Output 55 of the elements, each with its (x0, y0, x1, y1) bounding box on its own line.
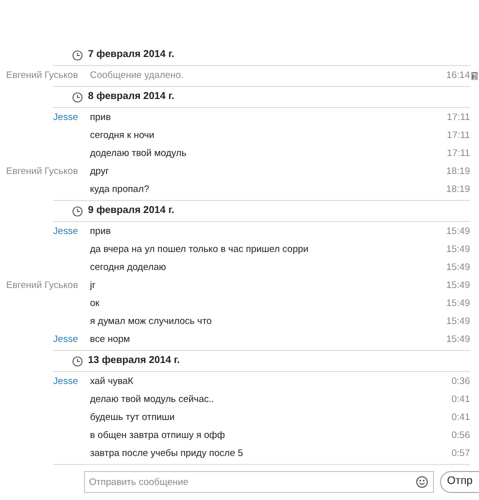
message-time: 18:19 (446, 184, 470, 196)
smiley-icon[interactable] (416, 476, 428, 488)
sender-name[interactable]: Jesse (53, 334, 78, 346)
message-time: 0:36 (452, 376, 470, 388)
date-header: 13 февраля 2014 г. (88, 355, 180, 367)
deleted-message-text: Сообщение удалено. (90, 70, 184, 82)
message-text: друг (90, 166, 109, 178)
message-text: я думал мож случилось что (90, 316, 212, 328)
message-time: 15:49 (446, 226, 470, 238)
message-text: сегодня к ночи (90, 130, 154, 142)
date-header: 9 февраля 2014 г. (88, 205, 174, 217)
message-text: сегодня доделаю (90, 262, 166, 274)
clock-icon (72, 356, 83, 366)
message-text: прив (90, 112, 111, 124)
message-text: да вчера на ул пошел только в час пришел сорри (90, 244, 308, 256)
message-time: 17:11 (446, 130, 470, 142)
message-time: 15:49 (446, 262, 470, 274)
message-time: 17:11 (446, 112, 470, 124)
trash-icon[interactable] (471, 72, 478, 80)
message-text: ок (90, 298, 100, 310)
message-time: 0:41 (452, 412, 470, 424)
sender-name[interactable]: Евгений Гуськов (6, 166, 78, 178)
message-time: 0:57 (452, 448, 470, 460)
message-input[interactable]: Отправить сообщение (84, 471, 434, 493)
sender-name[interactable]: Евгений Гуськов (6, 280, 78, 292)
message-text: завтра после учебы приду после 5 (90, 448, 244, 460)
message-text: будешь тут отпиши (90, 412, 175, 424)
message-time: 0:41 (452, 394, 470, 406)
message-time: 17:11 (446, 148, 470, 160)
message-text: все норм (90, 334, 130, 346)
message-time: 0:56 (452, 430, 470, 442)
message-time: 16:14 (446, 70, 470, 82)
message-time: 15:49 (446, 316, 470, 328)
message-time: 15:49 (446, 298, 470, 310)
sender-name[interactable]: Евгений Гуськов (6, 70, 78, 82)
message-text: в общен завтра отпишу я офф (90, 430, 225, 442)
date-header: 8 февраля 2014 г. (88, 91, 174, 103)
message-text: куда пропал? (90, 184, 150, 196)
message-time: 15:49 (446, 280, 470, 292)
message-text: делаю твой модуль сейчас.. (90, 394, 214, 406)
send-button[interactable]: Отпр (440, 471, 479, 493)
message-time: 15:49 (446, 244, 470, 256)
date-header: 7 февраля 2014 г. (88, 49, 174, 61)
message-text: прив (90, 226, 111, 238)
message-time: 18:19 (446, 166, 470, 178)
message-text: jr (90, 280, 96, 292)
sender-name[interactable]: Jesse (53, 226, 78, 238)
clock-icon (72, 50, 83, 60)
clock-icon (72, 92, 83, 102)
message-text: доделаю твой модуль (90, 148, 186, 160)
sender-name[interactable]: Jesse (53, 112, 78, 124)
message-time: 15:49 (446, 334, 470, 346)
sender-name[interactable]: Jesse (53, 376, 78, 388)
clock-icon (72, 206, 83, 216)
message-text: хай чуваК (90, 376, 134, 388)
